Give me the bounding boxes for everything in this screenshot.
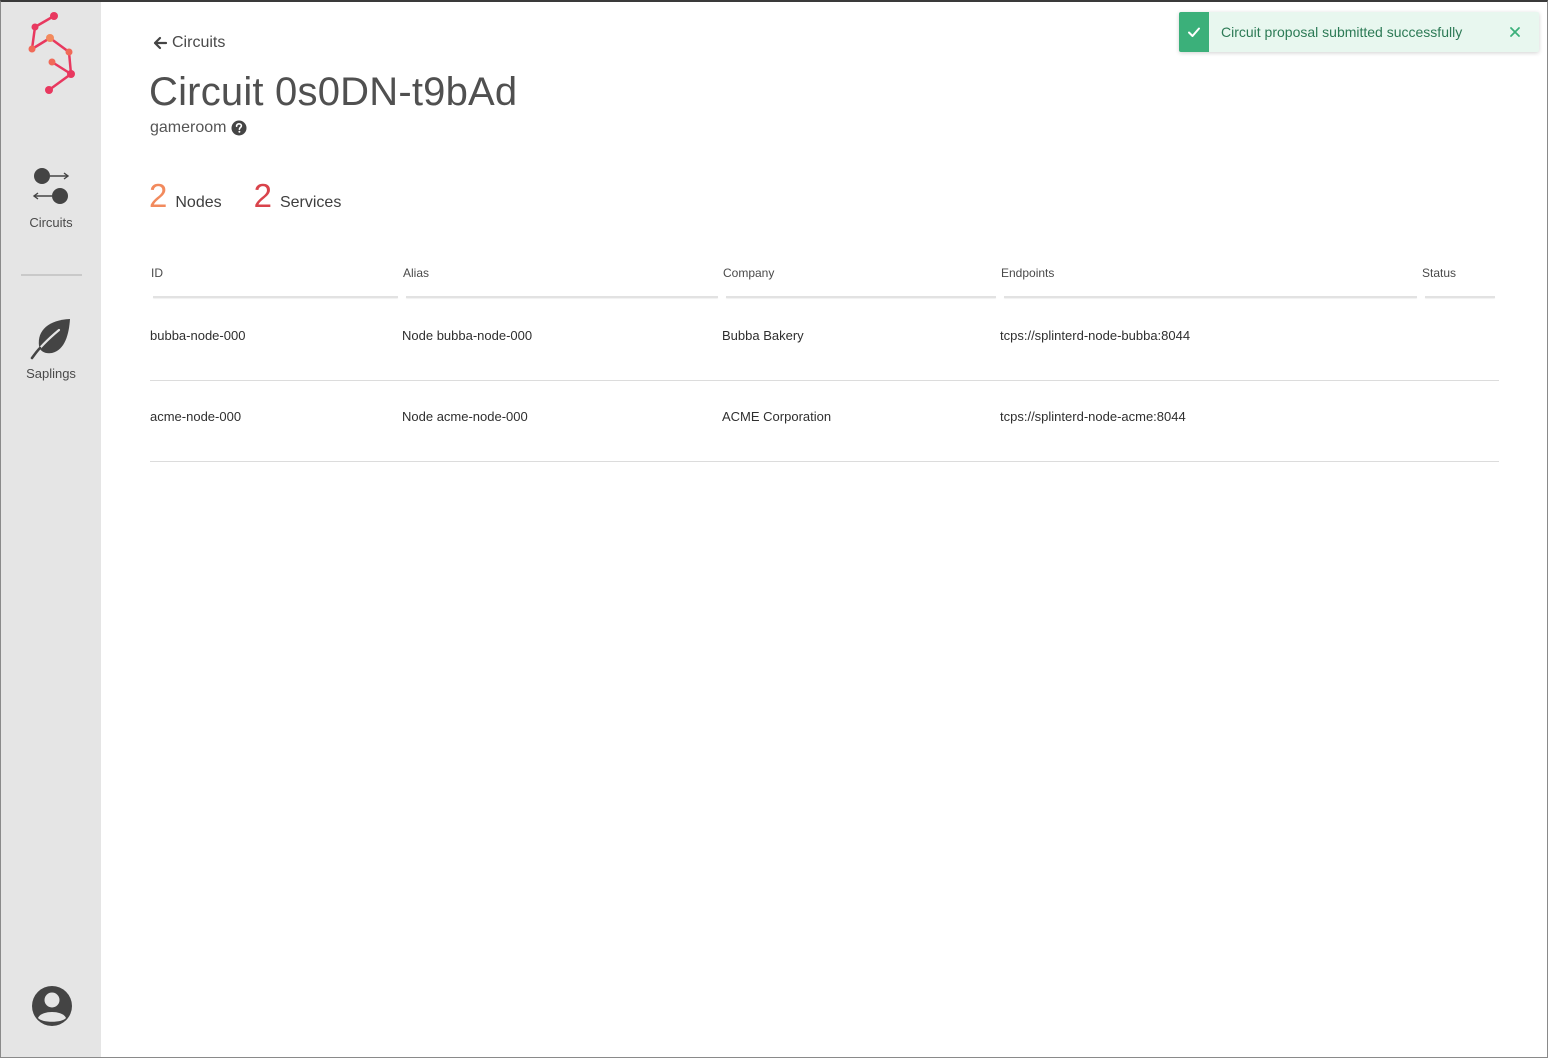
cell-id: acme-node-000 [150, 409, 242, 424]
table-header: ID Alias Company Endpoints Status [150, 258, 1499, 300]
sidebar-item-label: Circuits [29, 215, 73, 230]
sidebar: Circuits Saplings [1, 2, 101, 1057]
cell-alias: Node bubba-node-000 [402, 328, 533, 343]
page-title: Circuit 0s0DN-t9bAd [149, 70, 518, 114]
header-divider [726, 296, 996, 298]
account-circle-icon[interactable] [31, 985, 73, 1027]
nodes-table: ID Alias Company Endpoints Status bubba-… [150, 258, 1499, 462]
back-to-circuits-link[interactable]: Circuits [152, 34, 225, 52]
cell-company: ACME Corporation [722, 409, 832, 424]
circuit-subtitle: gameroom [150, 119, 227, 136]
cell-endpoints: tcps://splinterd-node-bubba:8044 [1000, 328, 1191, 343]
nodes-count: 2 [149, 177, 168, 214]
sidebar-divider [21, 274, 82, 276]
services-label: Services [279, 194, 342, 211]
column-header-status[interactable]: Status [1422, 266, 1456, 280]
nodes-stat: 2 Nodes [149, 178, 222, 214]
nodes-label: Nodes [175, 194, 222, 211]
success-toast: Circuit proposal submitted successfully [1179, 12, 1539, 52]
cell-alias: Node acme-node-000 [402, 409, 528, 424]
cell-company: Bubba Bakery [722, 328, 804, 343]
column-header-alias[interactable]: Alias [403, 266, 429, 280]
header-divider [1004, 296, 1417, 298]
toast-close-button[interactable] [1505, 26, 1525, 38]
back-link-label: Circuits [172, 34, 226, 51]
leaf-icon [30, 319, 70, 360]
close-icon [1510, 27, 1520, 37]
header-divider [1425, 296, 1495, 298]
check-icon [1188, 27, 1200, 37]
column-header-id[interactable]: ID [151, 266, 163, 280]
splinter-logo-icon[interactable] [25, 10, 79, 100]
header-divider [153, 296, 398, 298]
column-header-endpoints[interactable]: Endpoints [1001, 266, 1054, 280]
circuits-icon [32, 168, 70, 204]
circuit-stats: 2 Nodes 2 Services [149, 178, 373, 214]
sidebar-item-circuits[interactable]: Circuits [1, 165, 101, 230]
cell-endpoints: tcps://splinterd-node-acme:8044 [1000, 409, 1186, 424]
header-divider [406, 296, 718, 298]
services-stat: 2 Services [254, 178, 342, 214]
services-count: 2 [253, 177, 272, 214]
sidebar-item-saplings[interactable]: Saplings [1, 316, 101, 381]
toast-message: Circuit proposal submitted successfully [1221, 24, 1463, 40]
main-content: Circuits Circuit 0s0DN-t9bAd gameroom 2 … [101, 2, 1547, 1057]
table-row[interactable]: bubba-node-000 Node bubba-node-000 Bubba… [150, 300, 1499, 381]
circuit-management-type: gameroom [150, 119, 247, 137]
column-header-company[interactable]: Company [723, 266, 774, 280]
table-row[interactable]: acme-node-000 Node acme-node-000 ACME Co… [150, 381, 1499, 462]
cell-id: bubba-node-000 [150, 328, 246, 343]
app-window: Circuits Saplings Circuits Circuit 0s0DN… [0, 0, 1548, 1058]
arrow-left-icon [153, 36, 168, 50]
sidebar-item-label: Saplings [26, 366, 76, 381]
question-circle-icon[interactable] [231, 120, 247, 136]
toast-status [1179, 12, 1209, 52]
